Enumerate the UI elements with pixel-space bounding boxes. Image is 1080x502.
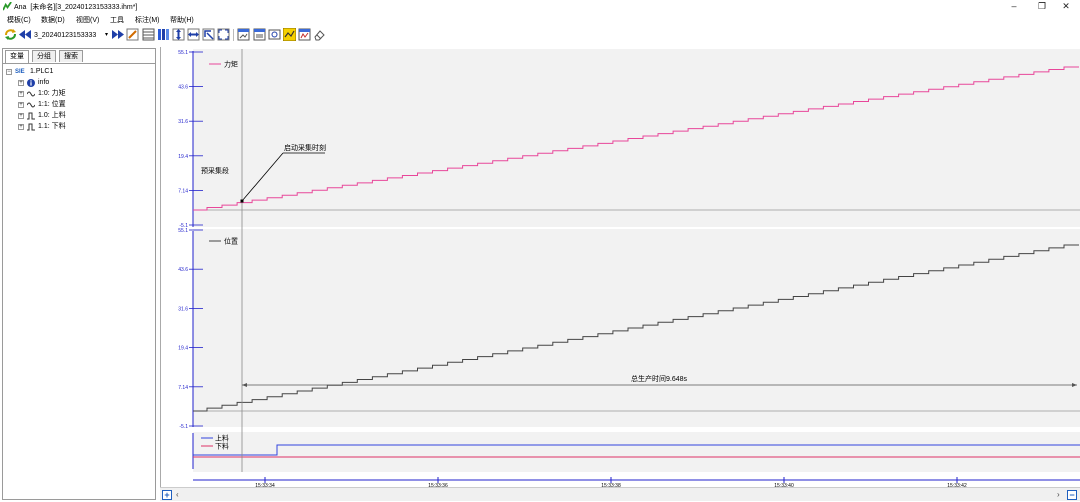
variable-panel: 变量 分组 搜索 − SIE 1.PLC1 + info + 1:0: 力矩 +… <box>2 48 156 500</box>
expand-icon[interactable]: + <box>18 102 24 108</box>
expand-icon[interactable]: + <box>18 91 24 97</box>
screenshot-icon[interactable] <box>268 28 281 41</box>
y-tick-label: 19.4 <box>178 346 188 352</box>
analog-signal-icon <box>27 91 35 97</box>
rewind-icon[interactable] <box>19 28 32 41</box>
chart-window-icon[interactable] <box>237 28 250 41</box>
pretrigger-annotation: 预采集段 <box>201 166 229 175</box>
y-tick-label: 31.6 <box>178 306 188 312</box>
document-title: [未命名][3_20240123153333.ihm*] <box>30 4 138 11</box>
vertical-expand-icon[interactable] <box>172 28 185 41</box>
digital-panel <box>193 432 1080 472</box>
zoom-in-button[interactable]: + <box>162 490 172 500</box>
expand-icon[interactable]: + <box>18 80 24 86</box>
y-tick-label: 19.4 <box>178 154 188 160</box>
menu-view[interactable]: 视图(V) <box>76 15 99 25</box>
tab-variables[interactable]: 变量 <box>5 50 29 63</box>
color-bars-icon[interactable] <box>157 28 170 41</box>
fast-forward-icon[interactable] <box>111 28 124 41</box>
tree-item-label: 1:0: 力矩 <box>38 90 66 97</box>
analog-signal-icon <box>27 102 35 108</box>
horizontal-expand-icon[interactable] <box>187 28 200 41</box>
y-tick-label: 43.6 <box>178 85 188 91</box>
close-button[interactable]: ✕ <box>1052 0 1080 13</box>
horizontal-scrollbar[interactable]: + ‹ › − <box>160 487 1080 501</box>
trigger-annotation: 启动采集时刻 <box>284 143 326 152</box>
scroll-right-button[interactable]: › <box>1057 490 1060 499</box>
edit-icon[interactable] <box>126 28 139 41</box>
y-tick-label: 7.14 <box>178 385 188 391</box>
menu-help[interactable]: 帮助(H) <box>170 15 194 25</box>
y-tick-label: 55.1 <box>178 228 188 234</box>
tab-groups[interactable]: 分组 <box>32 50 56 62</box>
info-icon <box>27 79 35 87</box>
eraser-icon[interactable] <box>313 28 326 41</box>
chart-window-alt-icon[interactable] <box>253 28 266 41</box>
tree-item-label: info <box>38 79 50 86</box>
expand-icon[interactable]: + <box>18 113 24 119</box>
trigger-marker <box>240 199 244 203</box>
y-tick-label: 7.14 <box>178 188 188 194</box>
digital-signal-icon <box>27 123 35 131</box>
siemens-badge: SIE <box>15 69 25 75</box>
measurement-annotation: 总生产时间9.648s <box>631 374 688 383</box>
grid-icon[interactable] <box>142 28 155 41</box>
chart-area[interactable]: 55.1 43.6 31.6 19.4 7.14 -5.1 55.1 43.6 31.6 19.… <box>160 47 1080 487</box>
y-tick-label: 31.6 <box>178 119 188 125</box>
torque-legend-label: 力矩 <box>224 60 238 69</box>
app-name: Ana <box>14 4 27 11</box>
fit-icon[interactable] <box>217 28 230 41</box>
file-select-value: 3_20240123153333 <box>34 32 97 39</box>
collapse-icon[interactable]: − <box>6 69 12 75</box>
zoom-area-icon[interactable] <box>202 28 215 41</box>
expand-icon[interactable]: + <box>18 124 24 130</box>
load-legend-label: 上料 <box>215 434 229 443</box>
scroll-left-button[interactable]: ‹ <box>176 490 179 499</box>
chart-export-icon[interactable] <box>298 28 311 41</box>
tree-item-torque[interactable]: + 1:0: 力矩 <box>18 89 138 99</box>
variable-tree: − SIE 1.PLC1 + info + 1:0: 力矩 + 1:1: 位置 … <box>3 63 155 499</box>
tree-item-label: 1.1: 下料 <box>38 123 66 130</box>
tree-item-label: 1:1: 位置 <box>38 101 66 108</box>
menu-data[interactable]: 数据(D) <box>41 15 65 25</box>
tree-item-unload[interactable]: + 1.1: 下料 <box>18 122 138 132</box>
menu-bar: 模板(C) 数据(D) 视图(V) 工具 标注(M) 帮助(H) <box>0 14 1080 25</box>
file-select[interactable]: 3_20240123153333 ▾ <box>34 30 108 41</box>
toolbar: 3_20240123153333 ▾ <box>0 26 1080 44</box>
menu-tools[interactable]: 工具 <box>110 15 124 25</box>
app-logo-icon <box>3 2 12 11</box>
tree-item-info[interactable]: + info <box>18 78 138 88</box>
chevron-down-icon: ▾ <box>104 32 108 38</box>
chart-canvas[interactable]: 55.1 43.6 31.6 19.4 7.14 -5.1 55.1 43.6 31.6 19.… <box>161 47 1080 487</box>
time-axis-ticks: 15:33:34 15:33:36 15:33:38 15:33:40 15:33:42 <box>255 477 967 487</box>
menu-mark[interactable]: 标注(M) <box>135 15 160 25</box>
y-tick-label: -5.1 <box>179 424 188 430</box>
digital-signal-icon <box>27 112 35 120</box>
position-legend-label: 位置 <box>224 237 238 246</box>
refresh-icon[interactable] <box>4 28 17 41</box>
minimize-button[interactable]: – <box>1000 0 1028 13</box>
tree-item-load[interactable]: + 1.0: 上料 <box>18 111 138 121</box>
tree-item-position[interactable]: + 1:1: 位置 <box>18 100 138 110</box>
toolbar-separator <box>233 29 234 41</box>
highlight-icon[interactable] <box>283 28 296 41</box>
y-tick-label: 55.1 <box>178 50 188 56</box>
tab-search[interactable]: 搜索 <box>59 50 83 62</box>
zoom-out-button[interactable]: − <box>1067 490 1077 500</box>
title-bar: Ana [未命名][3_20240123153333.ihm*] – ❐ ✕ <box>0 0 1080 13</box>
unload-legend-label: 下料 <box>215 442 229 451</box>
window-title: Ana [未命名][3_20240123153333.ihm*] <box>14 2 137 12</box>
menu-template[interactable]: 模板(C) <box>7 15 31 25</box>
tree-item-label: 1.0: 上料 <box>38 112 66 119</box>
tree-root-label: 1.PLC1 <box>30 68 54 75</box>
y-tick-label: 43.6 <box>178 267 188 273</box>
